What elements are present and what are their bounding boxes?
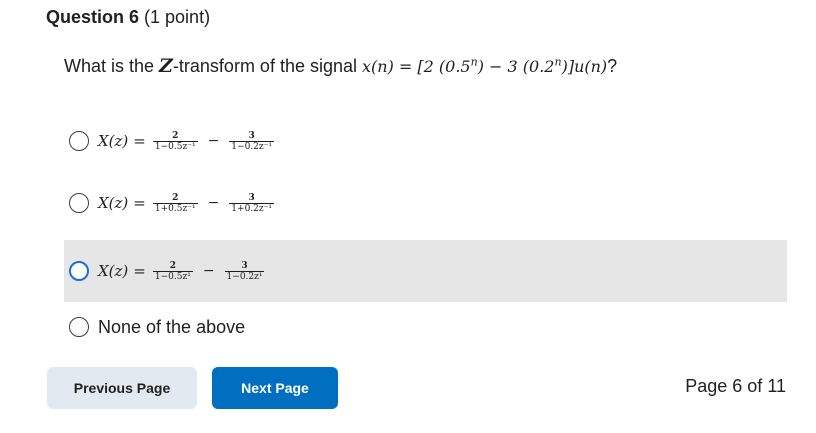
denominator: 1−0.5z¹ [152,270,193,282]
denominator: 1−0.5z⁻¹ [152,140,198,152]
signal-expression: x(n) = [2 (0.5n) − 3 (0.2n)]u(n) [362,55,608,76]
fraction-term-1: 2 1−0.5z⁻¹ [152,130,198,152]
option-label: None of the above [98,316,246,337]
equals-sign: = [133,194,146,212]
numerator: 3 [248,192,255,203]
answer-option-3[interactable]: X(z) = 2 1−0.5z¹ − 3 1−0.2z¹ [64,240,787,302]
prompt-suffix: ? [607,56,618,76]
fraction-term-2: 3 1+0.2z⁻¹ [229,193,274,214]
prompt-middle: -transform of the signal [172,56,363,76]
denominator: 1−0.2z¹ [224,270,265,282]
minus-sign: − [202,263,215,279]
question-header: Question 6 (1 point) [46,7,210,28]
option-equation: X(z) = 2 1−0.5z¹ − 3 1−0.2z¹ [98,261,266,282]
minus-sign: − [207,195,220,211]
numerator: 3 [248,130,255,141]
fraction-term-1: 2 1+0.5z⁻¹ [152,192,198,214]
fraction-term-1: 2 1−0.5z¹ [152,260,193,282]
equation-lhs: X(z) [98,132,129,150]
numerator: 2 [169,260,176,271]
radio-button[interactable] [69,317,89,337]
question-title: Question 6 [46,7,140,27]
equation-lhs: X(z) [98,262,129,280]
page-indicator: Page 6 of 11 [685,376,786,396]
answer-option-1[interactable]: X(z) = 2 1−0.5z⁻¹ − 3 1−0.2z⁻¹ [64,124,787,158]
equals-sign: = [133,262,146,280]
denominator: 1+0.5z⁻¹ [152,202,198,214]
fraction-term-2: 3 1−0.2z⁻¹ [229,131,274,152]
fraction-term-2: 3 1−0.2z¹ [224,260,265,282]
numerator: 3 [241,260,248,271]
answer-option-2[interactable]: X(z) = 2 1+0.5z⁻¹ − 3 1+0.2z⁻¹ [64,186,787,220]
option-equation: X(z) = 2 1+0.5z⁻¹ − 3 1+0.2z⁻¹ [98,193,276,214]
option-equation: X(z) = 2 1−0.5z⁻¹ − 3 1−0.2z⁻¹ [98,131,276,152]
previous-page-button[interactable]: Previous Page [47,367,197,409]
radio-button[interactable] [69,193,89,213]
minus-sign: − [207,133,220,149]
z-transform-symbol: Z [159,55,173,77]
radio-button[interactable] [69,131,89,151]
equation-lhs: X(z) [98,194,129,212]
numerator: 2 [172,192,179,203]
question-points: (1 point) [144,7,211,27]
denominator: 1−0.2z⁻¹ [229,140,274,152]
numerator: 2 [172,130,179,141]
question-prompt: What is the Z-transform of the signal x(… [64,55,617,77]
prompt-prefix: What is the [64,56,160,76]
next-page-button[interactable]: Next Page [212,367,338,409]
answer-option-4[interactable]: None of the above [64,310,787,344]
denominator: 1+0.2z⁻¹ [229,202,274,214]
equals-sign: = [133,132,146,150]
radio-button[interactable] [69,261,89,281]
